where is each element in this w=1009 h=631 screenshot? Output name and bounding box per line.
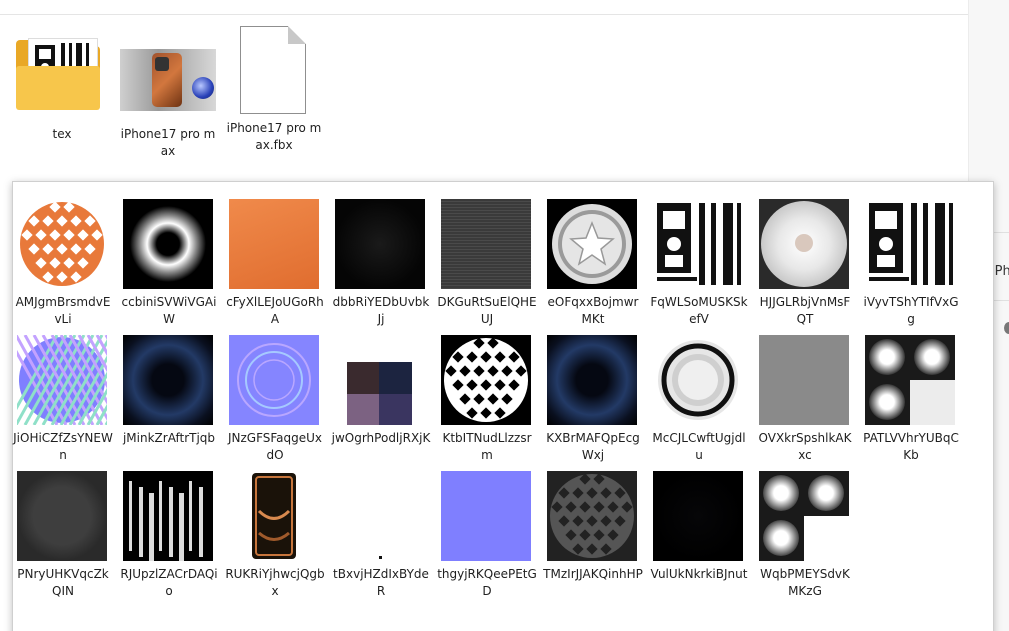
- texture-tile[interactable]: KXBrMAFQpEcgWxj: [543, 318, 649, 462]
- texture-thumbnail: [17, 471, 107, 561]
- texture-label: tBxvjHZdIxBYdeR: [333, 567, 429, 598]
- texture-thumbnail: [547, 335, 637, 425]
- texture-label: jMinkZrAftrTjqb: [122, 431, 216, 445]
- texture-tile[interactable]: ccbiniSVWiVGAiW: [119, 182, 225, 326]
- texture-label: RUKRiYjhwcjQgbx: [225, 567, 325, 598]
- texture-thumbnail: [865, 199, 955, 289]
- file-explorer-window: tex iPhone17 pro max iPhone17 pro max.fb…: [0, 0, 1009, 631]
- cinema4d-logo-icon: [192, 77, 214, 99]
- texture-thumbnail: [123, 471, 213, 561]
- texture-thumbnail: [123, 335, 213, 425]
- texture-tile[interactable]: thgyjRKQeePEtGD: [437, 454, 543, 598]
- texture-tile[interactable]: JiOHiCZfZsYNEWn: [13, 318, 119, 462]
- texture-label: PNryUHKVqcZkQIN: [17, 567, 109, 598]
- texture-thumbnail: [547, 471, 637, 561]
- texture-label: TMzIrJJAKQinhHP: [543, 567, 643, 581]
- texture-thumbnail: [335, 335, 425, 425]
- texture-thumbnail: [335, 199, 425, 289]
- texture-tile[interactable]: FqWLSoMUSKSkefV: [649, 182, 755, 326]
- item-label: tex: [52, 127, 72, 141]
- texture-tile[interactable]: TMzIrJJAKQinhHP: [543, 454, 649, 590]
- texture-tile[interactable]: PNryUHKVqcZkQIN: [13, 454, 119, 598]
- texture-thumbnail: [17, 335, 107, 425]
- texture-tile[interactable]: dbbRiYEDbUvbkJj: [331, 182, 437, 326]
- texture-thumbnail: [17, 199, 107, 289]
- texture-thumbnail: [653, 471, 743, 561]
- c4d-file-thumbnail: [120, 32, 216, 122]
- folder-icon: [14, 32, 110, 122]
- texture-tile[interactable]: RUKRiYjhwcjQgbx: [225, 454, 331, 598]
- texture-thumbnail: [441, 199, 531, 289]
- texture-tile[interactable]: WqbPMEYSdvKMKzG: [755, 454, 861, 598]
- texture-tile[interactable]: cFyXlLEJoUGoRhA: [225, 182, 331, 326]
- texture-tile[interactable]: OVXkrSpshlkAKxc: [755, 318, 861, 462]
- texture-label: VulUkNkrkiBJnut: [650, 567, 748, 581]
- texture-label: PATLVVhrYUBqCKb: [863, 431, 959, 462]
- texture-thumbnail: [653, 199, 743, 289]
- texture-tile[interactable]: eOFqxxBojmwrMKt: [543, 182, 649, 326]
- texture-thumbnail: [759, 199, 849, 289]
- texture-tile[interactable]: PATLVVhrYUBqCKb: [861, 318, 967, 462]
- texture-tile[interactable]: DKGuRtSuElQHEUJ: [437, 182, 543, 326]
- texture-thumbnail: [653, 335, 743, 425]
- toolbar-divider: [0, 14, 1009, 15]
- item-label: iPhone17 pro max: [120, 127, 216, 158]
- texture-tile[interactable]: VulUkNkrkiBJnut: [649, 454, 755, 590]
- texture-tile[interactable]: HJJGLRbjVnMsFQT: [755, 182, 861, 326]
- texture-tile[interactable]: AMJgmBrsmdvEvLi: [13, 182, 119, 326]
- texture-label: WqbPMEYSdvKMKzG: [760, 567, 850, 598]
- texture-thumbnail: [759, 471, 849, 561]
- blank-file-icon: [226, 26, 322, 116]
- texture-thumbnail: [441, 335, 531, 425]
- texture-label: RJUpzlZACrDAQio: [120, 567, 218, 598]
- radio-dot-icon: [1004, 322, 1009, 334]
- texture-label: jwOgrhPodljRXjK: [331, 431, 431, 445]
- texture-thumbnail: [759, 335, 849, 425]
- texture-tile[interactable]: KtbITNudLlzzsrm: [437, 318, 543, 462]
- texture-thumbnail: [547, 199, 637, 289]
- texture-label: thgyjRKQeePEtGD: [437, 567, 537, 598]
- texture-tile[interactable]: jMinkZrAftrTjqb: [119, 318, 225, 454]
- texture-tile[interactable]: jwOgrhPodljRXjK: [331, 318, 437, 454]
- texture-thumbnail: [229, 199, 319, 289]
- texture-thumbnail: [865, 335, 955, 425]
- item-label: iPhone17 pro max.fbx: [226, 121, 322, 152]
- texture-tile[interactable]: iVyvTShYTIfVxGg: [861, 182, 967, 326]
- texture-thumbnail: [441, 471, 531, 561]
- texture-tile[interactable]: tBxvjHZdIxBYdeR: [331, 454, 437, 598]
- texture-thumbnail: [123, 199, 213, 289]
- texture-thumbnail: [229, 471, 319, 561]
- texture-thumbnail: [335, 471, 425, 561]
- texture-tile[interactable]: JNzGFSFaqgeUxdO: [225, 318, 331, 462]
- texture-thumbnail-panel: AMJgmBrsmdvEvLi ccbiniSVWiVGAiW cFyXlLEJoU…: [12, 181, 994, 631]
- texture-tile[interactable]: RJUpzlZACrDAQio: [119, 454, 225, 598]
- texture-thumbnail: [229, 335, 319, 425]
- texture-tile[interactable]: McCJLCwftUgjdlu: [649, 318, 755, 462]
